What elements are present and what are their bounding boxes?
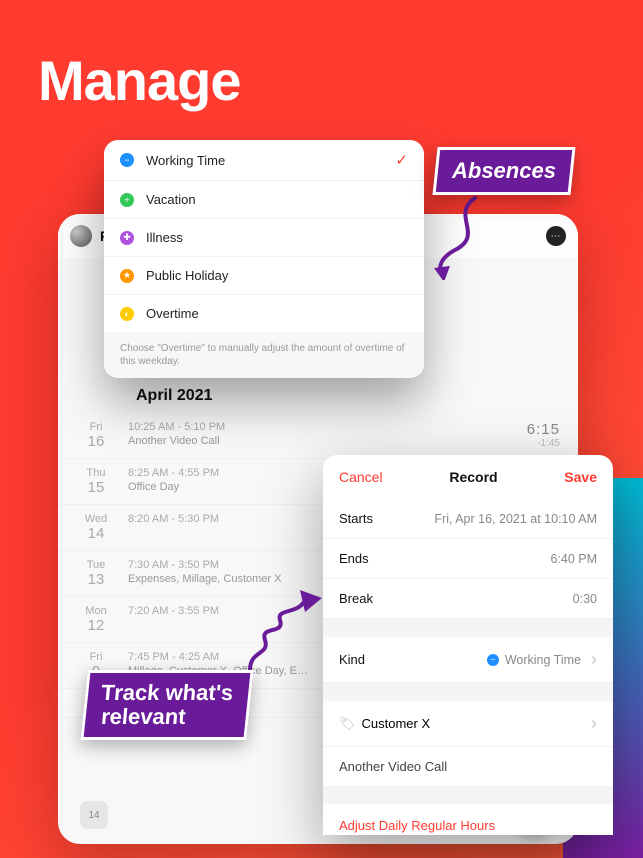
popover-footer: Choose "Overtime" to manually adjust the… (104, 332, 424, 378)
absence-type-icon: ◐ (120, 307, 134, 321)
absence-type-label: Working Time (146, 153, 225, 168)
absence-type-label: Illness (146, 230, 183, 245)
record-note-row[interactable]: Another Video Call (323, 747, 613, 786)
calendar-icon[interactable]: 14 (80, 801, 108, 829)
absence-type-icon: ★ (120, 269, 134, 283)
entry-row[interactable]: Fri1610:25 AM - 5:10 PMAnother Video Cal… (58, 413, 578, 459)
save-button[interactable]: Save (564, 469, 597, 485)
callout-absences: Absences (433, 147, 576, 195)
chevron-right-icon: › (591, 713, 597, 734)
month-header: April 2021 (136, 387, 578, 405)
absence-type-label: Vacation (146, 192, 196, 207)
avatar[interactable] (70, 225, 92, 247)
hero-title: Manage (38, 48, 241, 113)
record-ends-row[interactable]: Ends6:40 PM (323, 539, 613, 579)
adjust-regular-hours-button[interactable]: Adjust Daily Regular Hours (323, 804, 613, 835)
more-menu-icon[interactable]: ⋯ (546, 226, 566, 246)
callout-track-relevant: Track what'srelevant (80, 670, 253, 740)
absence-type-label: Public Holiday (146, 268, 228, 283)
absence-type-option[interactable]: ✚ Illness (104, 219, 424, 257)
absence-type-popover: −Working Time ✓ + Vacation ✚ Illness ★ Public H… (104, 140, 424, 378)
absence-type-label: Overtime (146, 306, 199, 321)
entry-date: Wed14 (76, 513, 116, 542)
chevron-right-icon: › (591, 649, 597, 670)
check-icon: ✓ (395, 151, 408, 169)
absence-type-icon: + (120, 193, 134, 207)
entry-date: Mon12 (76, 605, 116, 634)
working-time-icon: − (487, 654, 499, 666)
record-starts-row[interactable]: StartsFri, Apr 16, 2021 at 10:10 AM (323, 499, 613, 539)
record-title: Record (449, 469, 497, 485)
record-break-row[interactable]: Break0:30 (323, 579, 613, 619)
record-modal: Cancel Record Save StartsFri, Apr 16, 20… (323, 455, 613, 835)
entry-details: 10:25 AM - 5:10 PMAnother Video Call (116, 421, 527, 447)
entry-duration: 6:15-1:45 (527, 421, 560, 449)
record-customer-row[interactable]: 🏷Customer X › (323, 701, 613, 747)
absence-type-option[interactable]: ★ Public Holiday (104, 257, 424, 295)
absence-type-icon: ✚ (120, 231, 134, 245)
absence-type-option[interactable]: −Working Time ✓ (104, 140, 424, 181)
arrow-track-relevant (230, 580, 340, 680)
arrow-absences (420, 190, 500, 280)
record-header: Cancel Record Save (323, 455, 613, 499)
absence-type-option[interactable]: + Vacation (104, 181, 424, 219)
record-kind-row[interactable]: Kind − Working Time › (323, 637, 613, 683)
entry-date: Tue13 (76, 559, 116, 588)
absence-type-option[interactable]: ◐ Overtime (104, 295, 424, 332)
entry-date: Fri16 (76, 421, 116, 450)
absence-type-icon: − (120, 153, 134, 167)
cancel-button[interactable]: Cancel (339, 469, 383, 485)
entry-date: Thu15 (76, 467, 116, 496)
tag-icon: 🏷 (339, 716, 356, 731)
